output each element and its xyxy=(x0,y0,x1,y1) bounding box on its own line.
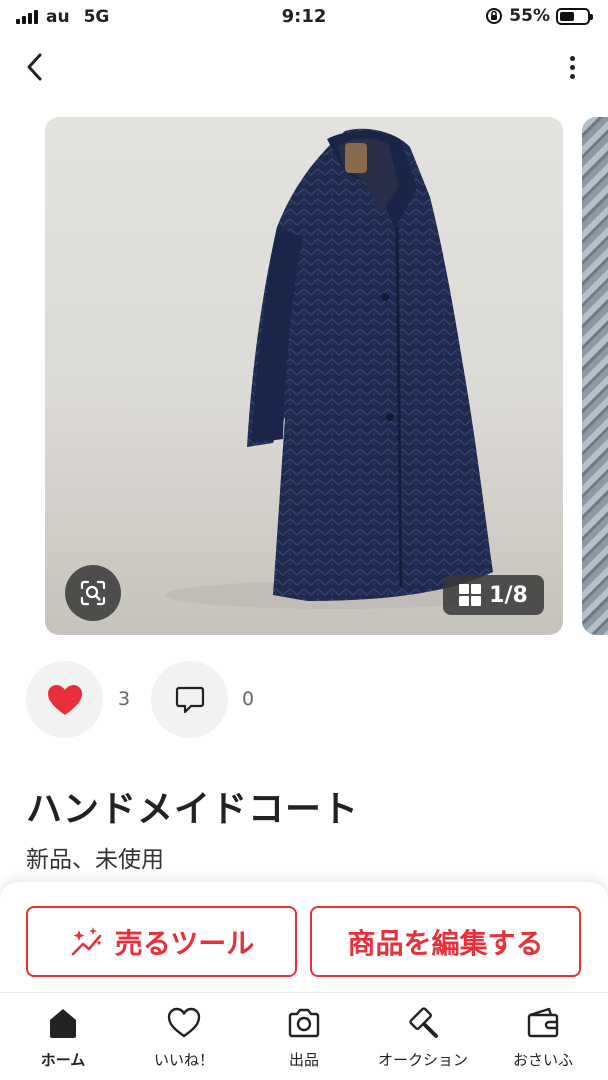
status-bar: au 5G 9:12 55% xyxy=(0,0,608,36)
tab-auction[interactable]: オークション xyxy=(363,1005,483,1070)
orientation-lock-icon xyxy=(486,8,503,24)
sell-tool-label: 売るツール xyxy=(114,926,255,960)
sparkle-trend-icon xyxy=(71,926,102,955)
edit-item-label: 商品を編集する xyxy=(347,926,544,960)
heart-icon xyxy=(167,1007,201,1038)
tab-likes-label: いいね！ xyxy=(153,1051,214,1069)
status-bar-right: 55% xyxy=(485,6,593,26)
comment-icon xyxy=(175,686,204,713)
tab-likes[interactable]: いいね！ xyxy=(124,1005,244,1070)
like-count: 3 xyxy=(118,688,131,710)
wallet-icon xyxy=(527,1007,559,1038)
camera-icon xyxy=(288,1008,320,1038)
more-options-button[interactable] xyxy=(564,52,580,82)
tab-home-label: ホーム xyxy=(40,1051,86,1069)
tab-wallet-label: おさいふ xyxy=(512,1051,573,1069)
edit-item-button[interactable]: 商品を編集する xyxy=(310,906,581,977)
tab-home[interactable]: ホーム xyxy=(3,1005,123,1070)
tab-wallet[interactable]: おさいふ xyxy=(483,1005,603,1070)
more-vertical-icon xyxy=(569,55,575,61)
photo-counter-label: 1/8 xyxy=(489,582,528,608)
home-icon xyxy=(50,1009,76,1038)
heart-filled-icon xyxy=(47,684,82,715)
battery-icon xyxy=(556,7,593,25)
tab-sell[interactable]: 出品 xyxy=(244,1005,364,1070)
photo-counter[interactable]: 1/8 xyxy=(443,575,544,615)
tab-bar: ホーム いいね！ 出品 オークション おさいふ xyxy=(0,992,608,1080)
item-title: ハンドメイドコート xyxy=(26,789,360,830)
zoom-button[interactable] xyxy=(65,565,121,621)
comment-count: 0 xyxy=(242,688,255,710)
grid-icon xyxy=(459,584,482,606)
gavel-icon xyxy=(409,1007,438,1038)
chevron-left-icon xyxy=(27,53,42,81)
comment-button[interactable] xyxy=(151,661,228,738)
item-condition: 新品、未使用 xyxy=(26,847,164,873)
coat-photo-illustration xyxy=(165,128,505,609)
product-photo[interactable] xyxy=(45,117,563,635)
back-button[interactable] xyxy=(18,50,52,84)
sell-tool-button[interactable]: 売るツール xyxy=(26,906,297,977)
like-button[interactable] xyxy=(26,661,103,738)
next-photo-peek[interactable] xyxy=(582,117,608,635)
battery-percent: 55% xyxy=(509,6,550,26)
tab-sell-label: 出品 xyxy=(288,1051,319,1069)
photo-carousel[interactable] xyxy=(0,117,608,635)
zoom-scan-icon xyxy=(80,580,106,606)
tab-auction-label: オークション xyxy=(377,1051,468,1069)
